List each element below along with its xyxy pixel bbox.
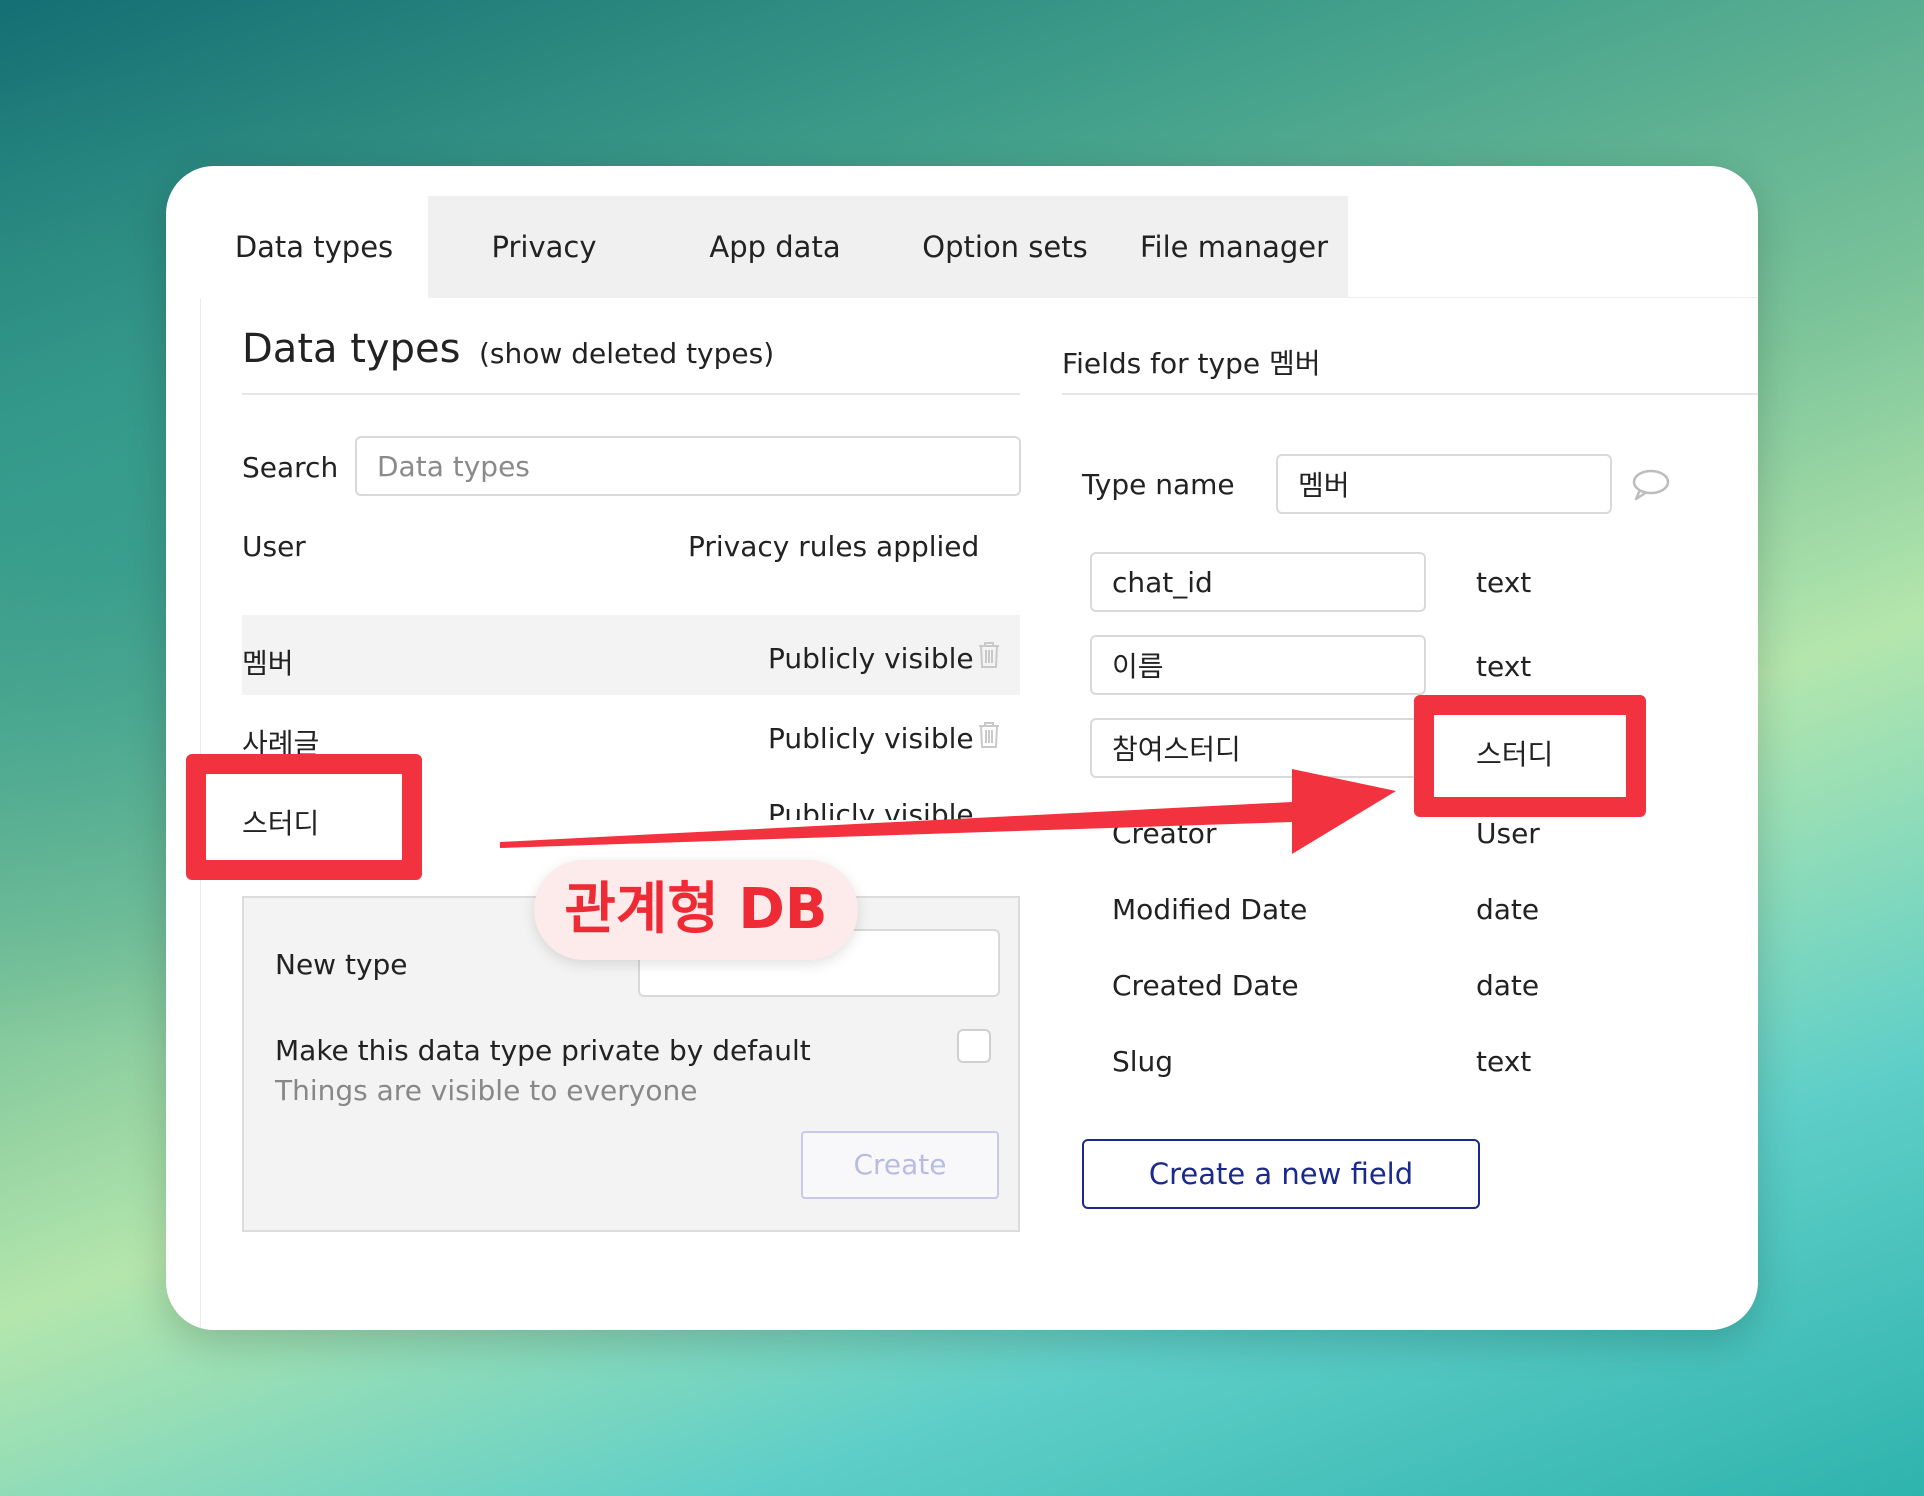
data-tab-panel: Data types Privacy App data Option sets …	[166, 166, 1758, 1330]
fields-header: Fields for type 멤버	[1062, 347, 1321, 380]
field-name: Slug	[1112, 1045, 1174, 1078]
tab-option-sets[interactable]: Option sets	[890, 196, 1120, 298]
field-name-input[interactable]: 참여스터디	[1090, 718, 1426, 778]
tab-file-manager[interactable]: File manager	[1120, 196, 1348, 298]
visibility-note: Things are visible to everyone	[275, 1074, 698, 1107]
type-item-status: Publicly visible	[768, 642, 974, 675]
field-name-input[interactable]: 이름	[1090, 635, 1426, 695]
type-item-status: Privacy rules applied	[688, 530, 980, 563]
field-type[interactable]: text	[1476, 566, 1531, 599]
search-label: Search	[242, 451, 339, 484]
create-type-button[interactable]: Create	[801, 1131, 999, 1199]
highlight-box-study-type	[186, 754, 422, 880]
tab-bar: Data types Privacy App data Option sets …	[200, 196, 1348, 298]
private-default-label: Make this data type private by default	[275, 1034, 811, 1067]
data-types-title: Data types	[242, 326, 461, 372]
relational-db-label: 관계형 DB	[534, 860, 858, 960]
private-default-checkbox[interactable]	[957, 1029, 991, 1063]
field-name-input[interactable]: chat_id	[1090, 552, 1426, 612]
field-name: Modified Date	[1112, 893, 1308, 926]
title-divider	[242, 393, 1020, 395]
show-deleted-types-link[interactable]: (show deleted types)	[479, 337, 774, 370]
search-input[interactable]: Data types	[355, 436, 1021, 496]
field-type: text	[1476, 1045, 1532, 1078]
type-name-label: Type name	[1082, 468, 1235, 501]
tab-privacy[interactable]: Privacy	[428, 196, 660, 298]
type-item-name[interactable]: User	[242, 530, 306, 563]
fields-header-divider	[1062, 393, 1758, 395]
tab-data-types[interactable]: Data types	[200, 196, 428, 298]
trash-icon[interactable]	[977, 721, 1001, 749]
tab-divider	[1348, 297, 1758, 298]
trash-icon[interactable]	[977, 641, 1001, 669]
type-item-name[interactable]: 멤버	[242, 642, 294, 682]
type-item-status: Publicly visible	[768, 722, 974, 755]
field-name: Created Date	[1112, 969, 1299, 1002]
field-type: User	[1476, 817, 1540, 850]
field-name: Creator	[1112, 817, 1217, 850]
comment-icon[interactable]	[1631, 468, 1671, 502]
field-type: date	[1476, 893, 1540, 926]
type-name-input[interactable]: 멤버	[1276, 454, 1612, 514]
field-type[interactable]: text	[1476, 650, 1531, 683]
type-item-status: Publicly visible	[768, 798, 974, 820]
new-type-label: New type	[275, 948, 408, 981]
highlight-box-study-field-type	[1414, 695, 1646, 817]
tab-app-data[interactable]: App data	[660, 196, 890, 298]
field-type: date	[1476, 969, 1540, 1002]
create-new-field-button[interactable]: Create a new field	[1082, 1139, 1480, 1209]
